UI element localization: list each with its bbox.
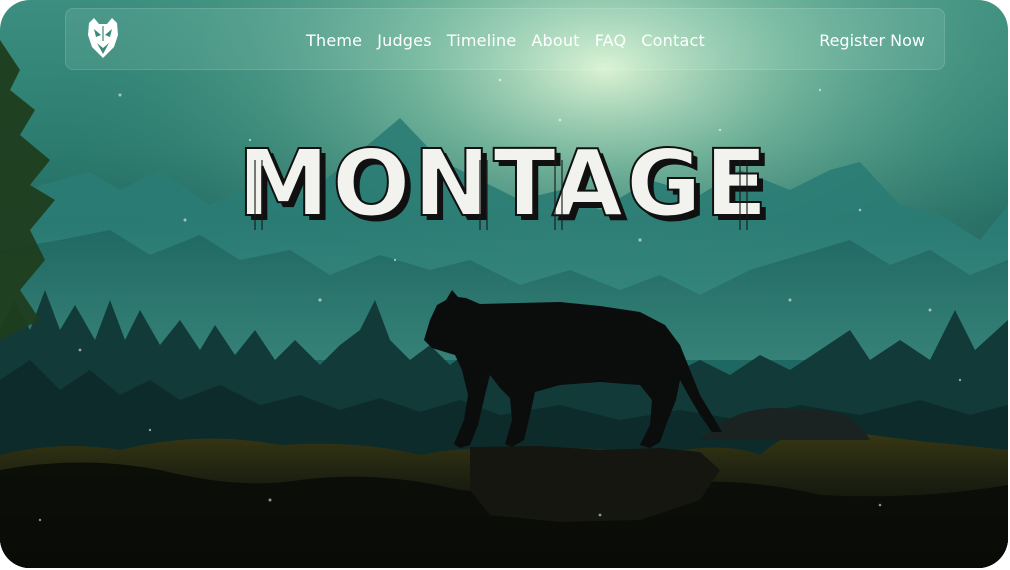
nav-link-contact[interactable]: Contact [641,31,705,50]
nav-link-timeline[interactable]: Timeline [447,31,517,50]
top-navbar: Theme Judges Timeline About FAQ Contact … [65,8,945,70]
nav-links: Theme Judges Timeline About FAQ Contact [306,9,705,71]
nav-link-faq[interactable]: FAQ [595,31,627,50]
hero-title: MONTAGE [237,129,771,238]
register-now-button[interactable]: Register Now [819,9,925,71]
background-landscape [0,0,1008,568]
nav-link-theme[interactable]: Theme [306,31,362,50]
nav-link-about[interactable]: About [531,31,579,50]
panther-head-logo-icon[interactable] [86,17,120,59]
nav-link-judges[interactable]: Judges [377,31,432,50]
hero-section: Theme Judges Timeline About FAQ Contact … [0,0,1008,568]
